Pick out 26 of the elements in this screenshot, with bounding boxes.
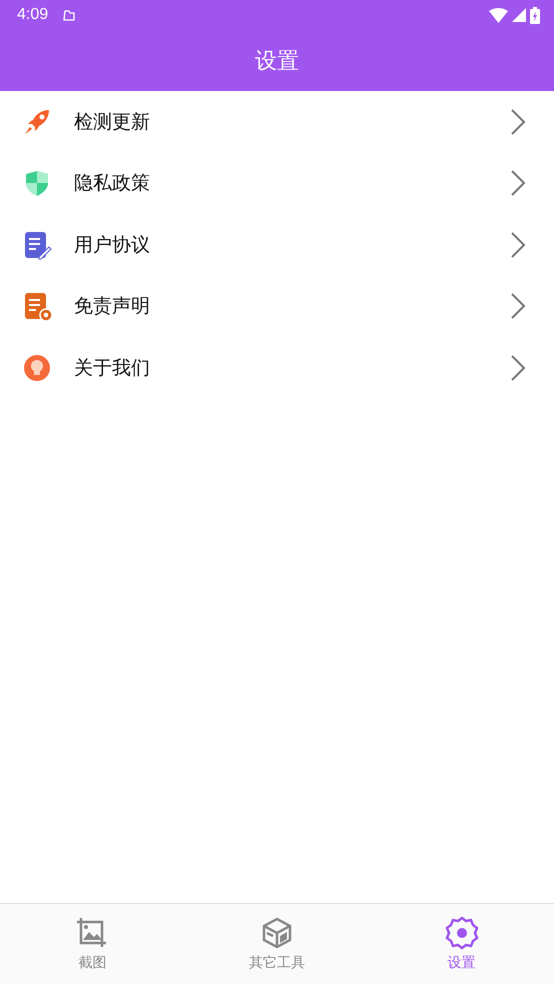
signal-icon [512, 8, 526, 22]
chevron-right-icon [510, 230, 526, 259]
row-label: 用户协议 [74, 232, 151, 258]
settings-row[interactable]: 用户协议 [0, 214, 554, 276]
settings-icon [444, 916, 479, 950]
wifi-icon [489, 8, 508, 22]
page-title: 设置 [255, 48, 299, 76]
settings-row[interactable]: 隐私政策 [0, 152, 554, 214]
row-label: 隐私政策 [74, 171, 151, 196]
chevron-right-icon [510, 169, 526, 198]
lightbulb-icon [22, 352, 52, 383]
row-label: 关于我们 [74, 356, 151, 381]
chevron-right-icon [510, 292, 526, 320]
nav-tab[interactable]: 设置 [369, 904, 554, 984]
status-time: 4:09 [17, 6, 48, 24]
row-label: 免责声明 [74, 294, 151, 320]
row-label: 检测更新 [74, 110, 151, 135]
settings-row[interactable]: 关于我们 [0, 337, 554, 398]
document-pen-icon [22, 230, 52, 260]
settings-row[interactable]: 检测更新 [0, 91, 554, 152]
settings-row[interactable]: 免责声明 [0, 276, 554, 337]
cube-icon [260, 916, 294, 950]
notification-icon [62, 8, 76, 22]
battery-icon [530, 6, 540, 24]
chevron-right-icon [510, 108, 526, 136]
chevron-right-icon [510, 354, 526, 382]
